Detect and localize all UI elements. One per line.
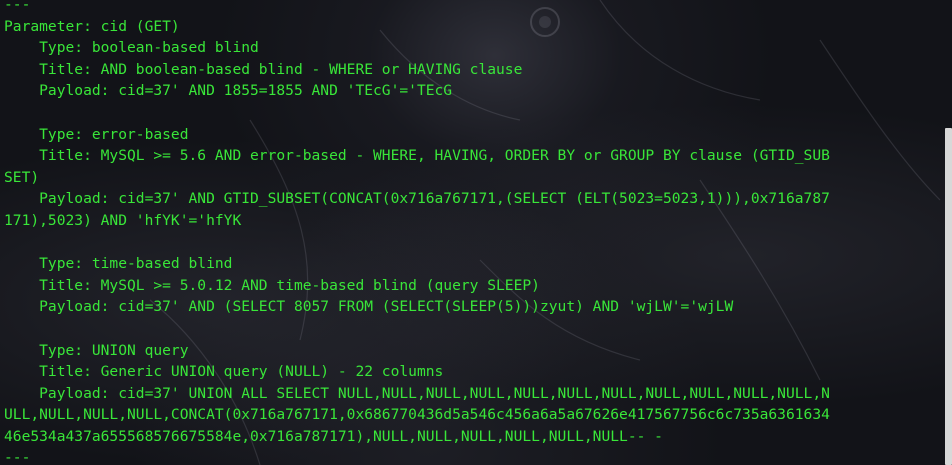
output-line: Type: time-based blind <box>4 255 233 273</box>
output-line: 171),5023) AND 'hfYK'='hfYK <box>4 211 242 229</box>
output-line: Title: AND boolean-based blind - WHERE o… <box>4 60 523 78</box>
separator-line: --- <box>4 449 31 465</box>
sqlmap-output: --- Parameter: cid (GET) Type: boolean-ba… <box>4 0 944 465</box>
scrollbar-thumb[interactable] <box>945 128 952 465</box>
output-line: Title: MySQL >= 5.6 AND error-based - WH… <box>4 147 830 165</box>
parameter-line: Parameter: cid (GET) <box>4 17 180 35</box>
separator-line: --- <box>4 0 31 13</box>
output-line: Type: error-based <box>4 125 189 143</box>
output-line: Title: Generic UNION query (NULL) - 22 c… <box>4 363 444 381</box>
output-line: Type: boolean-based blind <box>4 39 259 57</box>
output-line: Payload: cid=37' UNION ALL SELECT NULL,N… <box>4 384 830 402</box>
output-line: Payload: cid=37' AND GTID_SUBSET(CONCAT(… <box>4 190 830 208</box>
output-line: Type: UNION query <box>4 341 189 359</box>
terminal-window[interactable]: --- Parameter: cid (GET) Type: boolean-ba… <box>0 0 952 465</box>
output-line: 46e534a437a655568576675584e,0x716a787171… <box>4 427 663 445</box>
output-line: Title: MySQL >= 5.0.12 AND time-based bl… <box>4 276 540 294</box>
vertical-scrollbar[interactable] <box>944 0 952 465</box>
output-line: ULL,NULL,NULL,NULL,CONCAT(0x716a767171,0… <box>4 406 830 424</box>
output-line: Payload: cid=37' AND (SELECT 8057 FROM (… <box>4 298 734 316</box>
output-line: Payload: cid=37' AND 1855=1855 AND 'TEcG… <box>4 82 453 100</box>
output-line: SET) <box>4 168 40 186</box>
